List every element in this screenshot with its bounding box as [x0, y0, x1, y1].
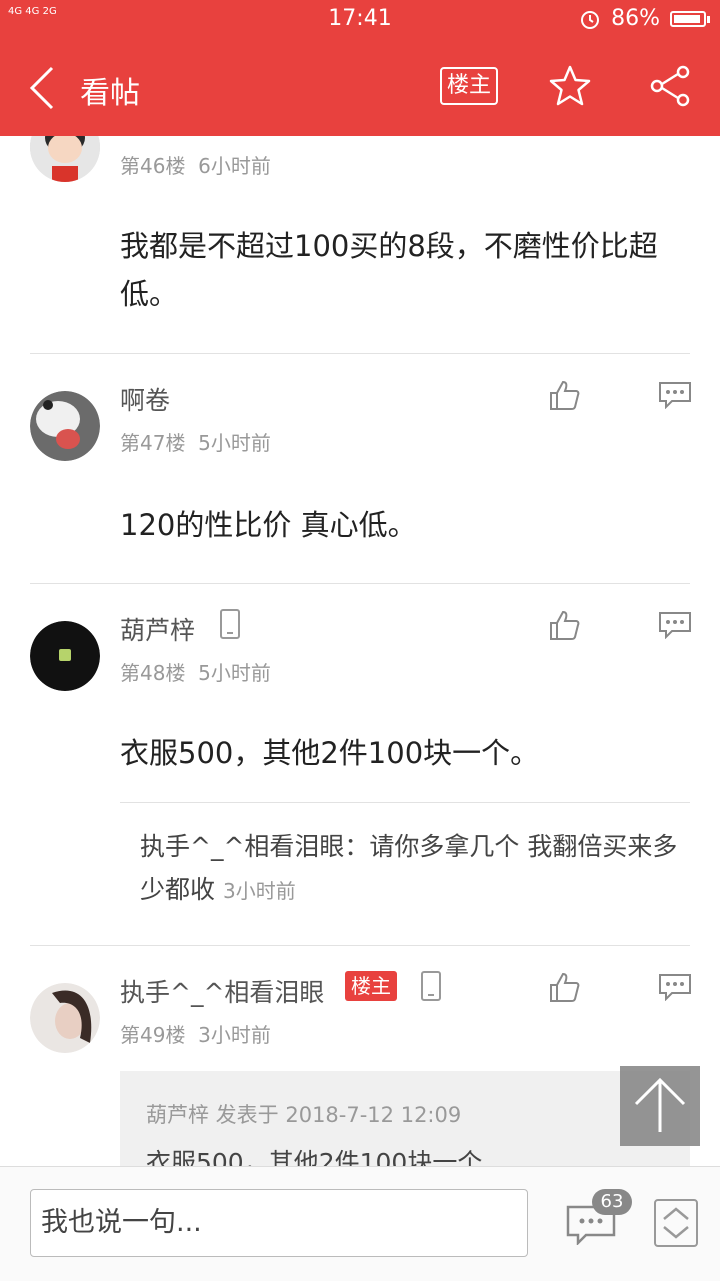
quoted-post[interactable]: 葫芦梓 发表于 2018-7-12 12:09 衣服500，其他2件100块一个 — [120, 1071, 690, 1166]
quote-header: 葫芦梓 发表于 2018-7-12 12:09 — [146, 1103, 462, 1127]
battery-percent: 86% — [611, 6, 660, 31]
comment-icon[interactable] — [658, 611, 692, 639]
bottom-bar: 我也说一句... 63 — [0, 1166, 720, 1281]
up-down-icon — [663, 1207, 689, 1239]
reply-time: 3小时前 — [222, 879, 296, 903]
username[interactable]: 啊卷 — [120, 381, 170, 417]
star-icon[interactable] — [548, 64, 592, 108]
avatar[interactable] — [30, 136, 100, 182]
floor-number: 第46楼 — [120, 154, 186, 178]
floor-number: 第47楼 — [120, 431, 186, 455]
page-title: 看帖 — [80, 76, 140, 111]
thumbs-up-icon[interactable] — [548, 379, 580, 411]
post-time: 6小时前 — [198, 154, 271, 178]
divider — [120, 802, 690, 803]
floor-number: 第49楼 — [120, 1023, 186, 1047]
post-text: 衣服500，其他2件100块一个。 — [120, 736, 540, 770]
post-time: 5小时前 — [198, 661, 271, 685]
status-bar: 4G 4G 2G 17:41 86% — [0, 0, 720, 38]
comment-count-badge: 63 — [592, 1189, 632, 1215]
thread-content[interactable]: 第46楼 6小时前 我都是不超过100买的8段，不磨性价比超低。 啊卷 第47楼… — [0, 136, 720, 1166]
quote-body: 衣服500，其他2件100块一个 — [146, 1148, 483, 1166]
post-time: 5小时前 — [198, 431, 271, 455]
username[interactable]: 执手^_^相看泪眼 — [120, 973, 324, 1009]
divider — [30, 353, 690, 354]
reply-text: 执手^_^相看泪眼：请你多拿几个 我翻倍买来多少都收 — [140, 832, 678, 904]
only-op-button[interactable]: 楼主 — [440, 67, 498, 105]
avatar[interactable] — [30, 621, 100, 691]
scroll-to-top-button[interactable] — [620, 1066, 700, 1146]
back-arrow-icon[interactable] — [24, 66, 64, 110]
arrow-up-icon — [634, 1077, 686, 1132]
divider — [30, 945, 690, 946]
reply-input[interactable]: 我也说一句... — [30, 1189, 528, 1257]
floor-number: 第48楼 — [120, 661, 186, 685]
battery-icon — [670, 10, 710, 27]
post-time: 3小时前 — [198, 1023, 271, 1047]
title-bar: 看帖 楼主 — [0, 38, 720, 136]
alarm-icon — [581, 10, 600, 29]
mobile-client-icon — [421, 971, 441, 1001]
avatar[interactable] — [30, 983, 100, 1053]
comment-icon[interactable] — [658, 381, 692, 409]
op-badge: 楼主 — [345, 971, 397, 1001]
post-text: 我都是不超过100买的8段，不磨性价比超低。 — [120, 229, 658, 311]
avatar[interactable] — [30, 391, 100, 461]
share-icon[interactable] — [648, 64, 692, 108]
thumbs-up-icon[interactable] — [548, 971, 580, 1003]
page-navigation-button[interactable] — [654, 1199, 698, 1247]
mobile-client-icon — [220, 609, 240, 639]
divider — [30, 583, 690, 584]
thumbs-up-icon[interactable] — [548, 609, 580, 641]
sub-reply[interactable]: 执手^_^相看泪眼：请你多拿几个 我翻倍买来多少都收 3小时前 — [140, 825, 680, 913]
comment-icon[interactable] — [658, 973, 692, 1001]
username[interactable]: 葫芦梓 — [120, 611, 195, 647]
post-text: 120的性比价 真心低。 — [120, 508, 417, 542]
